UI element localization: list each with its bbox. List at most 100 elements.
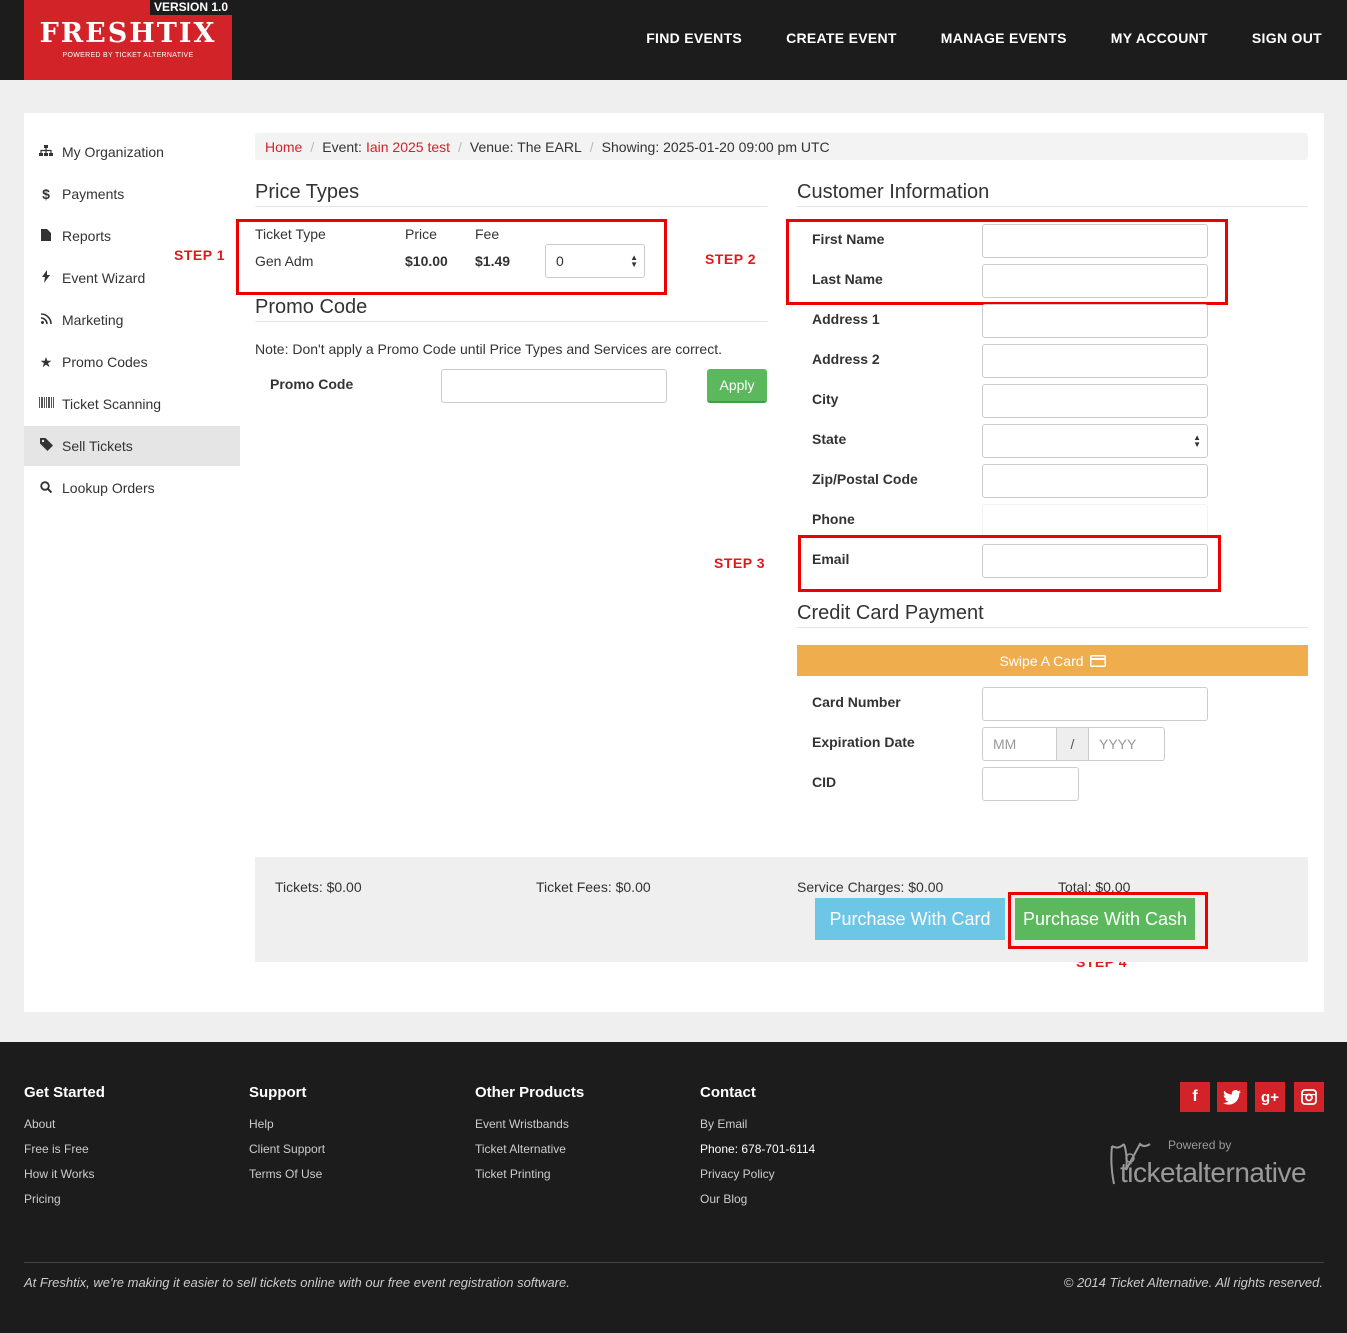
header-price: Price	[405, 226, 437, 242]
address2-field[interactable]	[982, 344, 1208, 378]
footer: Get Started About Free is Free How it Wo…	[0, 1042, 1347, 1333]
sidebar-item-label: Reports	[62, 228, 112, 244]
phone-field[interactable]	[982, 504, 1208, 538]
footer-link-ticket-printing[interactable]: Ticket Printing	[475, 1167, 584, 1182]
purchase-with-card-button[interactable]: Purchase With Card	[815, 898, 1005, 940]
brand-name: FRESHTIX	[39, 18, 217, 49]
footer-link-email[interactable]: By Email	[700, 1117, 815, 1132]
breadcrumb-home[interactable]: Home	[265, 139, 302, 155]
cid-field[interactable]	[982, 767, 1079, 801]
footer-phone: Phone: 678-701-6114	[700, 1142, 816, 1156]
sidebar-item-event-wizard[interactable]: Event Wizard	[24, 258, 240, 298]
nav-sign-out[interactable]: SIGN OUT	[1252, 30, 1322, 46]
first-name-field[interactable]	[982, 224, 1208, 258]
nav-create-event[interactable]: CREATE EVENT	[786, 30, 897, 46]
search-icon	[38, 480, 54, 496]
promo-note: Note: Don't apply a Promo Code until Pri…	[255, 341, 722, 357]
footer-link-blog[interactable]: Our Blog	[700, 1192, 815, 1207]
freshtix-logo[interactable]: VERSION 1.0 FRESHTIX POWERED BY TICKET A…	[24, 0, 232, 80]
promo-code-label: Promo Code	[270, 376, 354, 392]
sidebar-item-label: Marketing	[62, 312, 124, 328]
nav-find-events[interactable]: FIND EVENTS	[646, 30, 742, 46]
footer-link-ticket-alternative[interactable]: Ticket Alternative	[475, 1142, 584, 1157]
sidebar-item-lookup-orders[interactable]: Lookup Orders	[24, 468, 240, 508]
breadcrumb-event[interactable]: Iain 2025 test	[366, 139, 450, 155]
sidebar-item-promo-codes[interactable]: ★ Promo Codes	[24, 342, 240, 382]
powered-by-text: POWERED BY TICKET ALTERNATIVE	[62, 52, 194, 59]
footer-link-wristbands[interactable]: Event Wristbands	[475, 1117, 584, 1132]
address1-field[interactable]	[982, 304, 1208, 338]
expiration-separator: /	[1056, 727, 1089, 761]
last-name-field[interactable]	[982, 264, 1208, 298]
footer-divider	[24, 1262, 1324, 1263]
footer-link-terms[interactable]: Terms Of Use	[249, 1167, 325, 1182]
card-number-label: Card Number	[812, 694, 901, 710]
footer-tagline: At Freshtix, we're making it easier to s…	[24, 1275, 570, 1290]
bolt-icon	[38, 270, 54, 286]
ticket-fees-total: Ticket Fees: $0.00	[536, 879, 651, 895]
footer-col-get-started: Get Started About Free is Free How it Wo…	[24, 1084, 105, 1217]
twitter-icon[interactable]	[1217, 1082, 1247, 1112]
state-label: State	[812, 431, 847, 447]
instagram-icon[interactable]	[1294, 1082, 1324, 1112]
expiration-year-field[interactable]: YYYY	[1088, 727, 1165, 761]
sidebar-item-ticket-scanning[interactable]: Ticket Scanning	[24, 384, 240, 424]
sidebar-item-label: Promo Codes	[62, 354, 148, 370]
sidebar: My Organization $ Payments Reports Event…	[24, 132, 240, 510]
address2-label: Address 2	[812, 351, 880, 367]
footer-link-about[interactable]: About	[24, 1117, 105, 1132]
sidebar-item-payments[interactable]: $ Payments	[24, 174, 240, 214]
tag-icon	[38, 438, 54, 454]
file-icon	[38, 228, 54, 244]
nav-manage-events[interactable]: MANAGE EVENTS	[941, 30, 1067, 46]
card-number-field[interactable]	[982, 687, 1208, 721]
sidebar-item-label: Lookup Orders	[62, 480, 155, 496]
cid-label: CID	[812, 774, 837, 790]
google-plus-icon[interactable]: g+	[1255, 1082, 1285, 1112]
barcode-icon	[38, 397, 54, 411]
apply-promo-button[interactable]: Apply	[707, 369, 767, 403]
promo-code-input[interactable]	[441, 369, 667, 403]
email-field[interactable]	[982, 544, 1208, 578]
city-field[interactable]	[982, 384, 1208, 418]
swipe-card-button[interactable]: Swipe A Card	[797, 645, 1308, 676]
year-placeholder: YYYY	[1099, 736, 1137, 752]
footer-link-help[interactable]: Help	[249, 1117, 325, 1132]
footer-link-free[interactable]: Free is Free	[24, 1142, 105, 1157]
header-fee: Fee	[475, 226, 500, 242]
sidebar-item-marketing[interactable]: Marketing	[24, 300, 240, 340]
sidebar-item-label: Event Wizard	[62, 270, 146, 286]
footer-link-pricing[interactable]: Pricing	[24, 1192, 105, 1207]
footer-col-contact: Contact By Email Phone: 678-701-6114 Pri…	[700, 1084, 815, 1217]
breadcrumb-event-prefix: Event:	[322, 138, 362, 155]
sidebar-item-label: Payments	[62, 186, 125, 202]
first-name-label: First Name	[812, 231, 885, 247]
month-placeholder: MM	[993, 736, 1017, 752]
state-select[interactable]: ▲ ▼	[982, 424, 1208, 458]
footer-col-other-products: Other Products Event Wristbands Ticket A…	[475, 1084, 584, 1192]
ticket-type-name: Gen Adm	[255, 253, 314, 269]
zip-field[interactable]	[982, 464, 1208, 498]
footer-col-support: Support Help Client Support Terms Of Use	[249, 1084, 325, 1192]
powered-by-label: Powered by	[1168, 1138, 1232, 1152]
main-nav: FIND EVENTS CREATE EVENT MANAGE EVENTS M…	[627, 30, 1347, 46]
footer-link-client-support[interactable]: Client Support	[249, 1142, 325, 1157]
price-types-title: Price Types	[255, 181, 767, 207]
customer-info-title: Customer Information	[797, 181, 1308, 207]
ticket-quantity-select[interactable]: 0 ▲ ▼	[545, 244, 645, 278]
ticket-fee: $1.49	[475, 253, 511, 269]
ticket-price: $10.00	[405, 253, 448, 269]
footer-heading: Support	[249, 1084, 307, 1101]
ticket-alternative-logo[interactable]: ticketalternative	[1120, 1157, 1307, 1189]
quantity-value: 0	[556, 253, 564, 269]
zip-label: Zip/Postal Code	[812, 471, 918, 487]
facebook-icon[interactable]: f	[1180, 1082, 1210, 1112]
sidebar-item-sell-tickets[interactable]: Sell Tickets	[24, 426, 240, 466]
sidebar-item-my-organization[interactable]: My Organization	[24, 132, 240, 172]
footer-heading: Get Started	[24, 1084, 105, 1101]
service-charges-total: Service Charges: $0.00	[797, 879, 944, 895]
footer-link-privacy[interactable]: Privacy Policy	[700, 1167, 815, 1182]
nav-my-account[interactable]: MY ACCOUNT	[1111, 30, 1208, 46]
expiration-month-field[interactable]: MM	[982, 727, 1057, 761]
footer-link-how[interactable]: How it Works	[24, 1167, 105, 1182]
